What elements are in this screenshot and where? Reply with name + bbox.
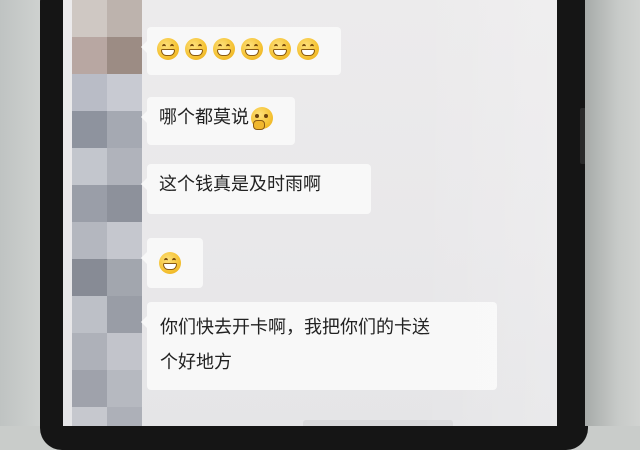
bubble-tail [141,252,147,264]
grin-emoji [269,38,291,60]
message-text: 哪个都莫说 [159,107,249,128]
pixelated-avatars [72,0,142,426]
grin-emoji [185,38,207,60]
bubble-tail [141,178,147,190]
bubble-tail [141,111,147,123]
background-right [585,0,640,426]
grin-emoji [213,38,235,60]
bottom-bar [303,420,453,426]
message-bubble-emoji-row[interactable] [141,27,341,75]
message-text-line: 个好地方 [160,352,232,373]
grin-emoji [241,38,263,60]
message-text-line: 你们快去开卡啊，我把你们的卡送 [160,317,430,338]
grin-emoji [159,252,181,274]
bubble-tail [141,41,147,53]
thinking-emoji [251,107,273,130]
message-bubble-emoji[interactable] [141,238,203,288]
chat-screen: 哪个都莫说 这个钱真是及时雨啊 你们快去开卡啊，我把你们的卡送 个好地方 [63,0,557,426]
message-text: 这个钱真是及时雨啊 [159,174,321,195]
message-bubble-text[interactable]: 这个钱真是及时雨啊 [141,164,371,214]
grin-emoji [157,38,179,60]
message-bubble-text[interactable]: 哪个都莫说 [141,97,295,145]
background-left [0,0,42,426]
message-bubble-text-multiline[interactable]: 你们快去开卡啊，我把你们的卡送 个好地方 [141,302,497,390]
bubble-tail [141,316,147,328]
grin-emoji [297,38,319,60]
